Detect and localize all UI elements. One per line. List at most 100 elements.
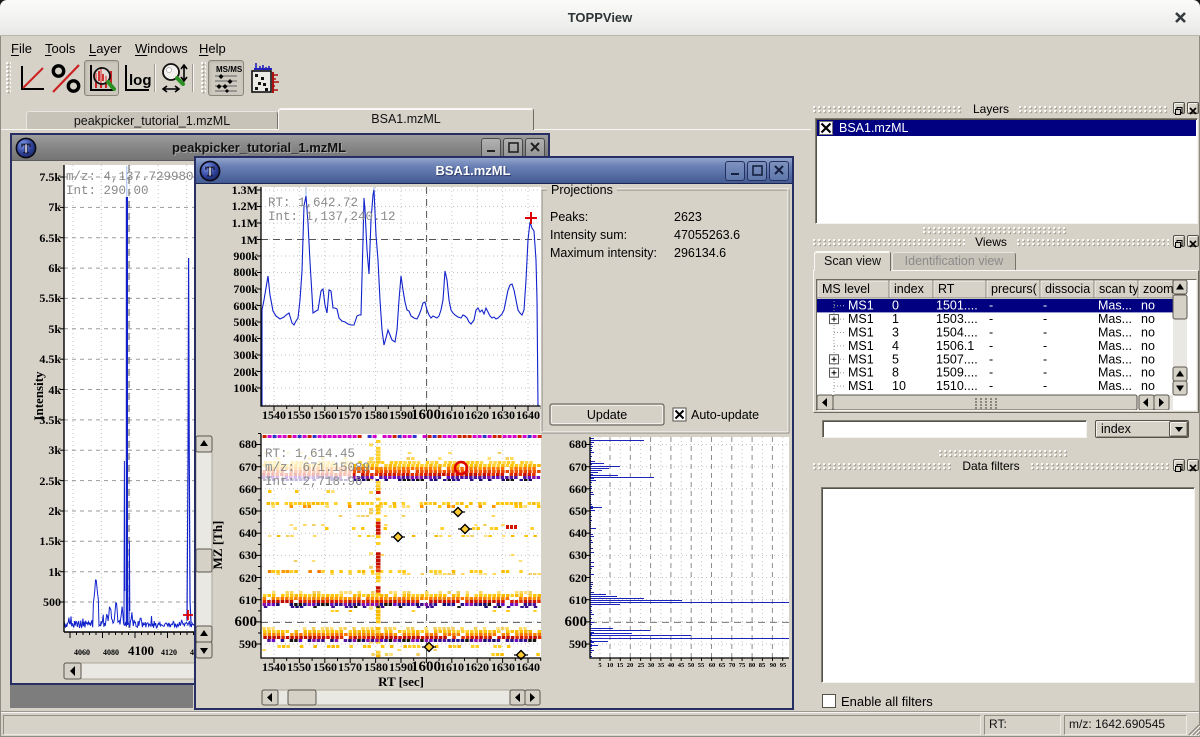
svg-text:630: 630: [569, 548, 587, 562]
svg-text:1570: 1570: [338, 660, 362, 674]
svg-text:60: 60: [709, 662, 716, 669]
svg-text:-: -: [1043, 366, 1047, 380]
svg-text:MS1: MS1: [848, 326, 874, 340]
svg-text:no: no: [1141, 312, 1155, 326]
svg-text:dissocia: dissocia: [1045, 282, 1090, 296]
svg-text:log: log: [129, 72, 151, 89]
svg-text:-: -: [989, 339, 993, 353]
svg-text:MS1: MS1: [848, 312, 874, 326]
svg-text:1k: 1k: [48, 565, 61, 579]
svg-text:1620: 1620: [465, 660, 489, 674]
svg-text:0: 0: [892, 299, 899, 313]
svg-text:MS level: MS level: [822, 282, 870, 296]
svg-text:m/z: 671.15089: m/z: 671.15089: [265, 461, 370, 475]
svg-text:660: 660: [239, 482, 257, 496]
svg-text:4080: 4080: [103, 648, 119, 657]
svg-text:4100: 4100: [128, 643, 154, 658]
svg-text:8: 8: [892, 366, 899, 380]
svg-text:precurs(: precurs(: [991, 282, 1038, 296]
svg-text:80: 80: [749, 662, 756, 669]
svg-text:4k: 4k: [48, 383, 61, 397]
svg-text:65: 65: [719, 662, 726, 669]
svg-text:590: 590: [569, 637, 587, 651]
svg-text:T: T: [21, 142, 31, 157]
svg-text:MS1: MS1: [848, 366, 874, 380]
svg-text:1590: 1590: [389, 660, 413, 674]
svg-text:MS1: MS1: [848, 352, 874, 366]
svg-text:1504....: 1504....: [936, 326, 978, 340]
svg-text:680: 680: [569, 437, 587, 451]
svg-text:1630: 1630: [491, 660, 515, 674]
svg-text:660: 660: [569, 482, 587, 496]
svg-text:1: 1: [791, 662, 792, 669]
svg-text:1540: 1540: [262, 660, 286, 674]
svg-text:650: 650: [239, 504, 257, 518]
svg-text:1501....: 1501....: [936, 299, 978, 313]
svg-text:Mas...: Mas...: [1098, 312, 1132, 326]
svg-text:MS1: MS1: [848, 339, 874, 353]
svg-text:610: 610: [569, 593, 587, 607]
svg-text:1507....: 1507....: [936, 352, 978, 366]
svg-text:670: 670: [239, 460, 257, 474]
svg-text:670: 670: [569, 460, 587, 474]
svg-text:2.5k: 2.5k: [39, 474, 61, 488]
svg-text:90: 90: [770, 662, 777, 669]
svg-text:Mas...: Mas...: [1098, 299, 1132, 313]
svg-text:scan ty: scan ty: [1099, 282, 1139, 296]
svg-text:RT [sec]: RT [sec]: [378, 674, 424, 689]
svg-text:7.5k: 7.5k: [39, 170, 61, 184]
svg-text:600: 600: [235, 614, 258, 630]
svg-text:70: 70: [729, 662, 736, 669]
svg-text:4060: 4060: [74, 648, 90, 657]
svg-text:-: -: [989, 326, 993, 340]
svg-text:-: -: [989, 366, 993, 380]
svg-text:40: 40: [668, 662, 675, 669]
svg-text:1580: 1580: [364, 660, 388, 674]
svg-text:-: -: [989, 312, 993, 326]
svg-text:5: 5: [892, 352, 899, 366]
svg-text:RT: 1,614.45: RT: 1,614.45: [265, 447, 355, 461]
svg-text:m/z: 4,137.7299804: m/z: 4,137.7299804: [66, 170, 201, 184]
svg-text:1560: 1560: [313, 660, 337, 674]
svg-text:4.5k: 4.5k: [39, 352, 61, 366]
svg-text:no: no: [1141, 339, 1155, 353]
svg-text:5k: 5k: [48, 322, 61, 336]
svg-text:5.5k: 5.5k: [39, 291, 61, 305]
svg-text:10: 10: [607, 662, 614, 669]
svg-text:2k: 2k: [48, 504, 61, 518]
svg-text:1610: 1610: [440, 660, 464, 674]
svg-text:-: -: [989, 352, 993, 366]
svg-text:590: 590: [239, 637, 257, 651]
svg-text:85: 85: [759, 662, 766, 669]
svg-text:640: 640: [239, 526, 257, 540]
svg-text:6.5k: 6.5k: [39, 231, 61, 245]
svg-text:55: 55: [698, 662, 705, 669]
svg-text:30: 30: [648, 662, 655, 669]
svg-text:RT: RT: [938, 282, 955, 296]
svg-text:1640: 1640: [516, 660, 540, 674]
svg-text:T: T: [205, 165, 215, 180]
svg-text:1.5k: 1.5k: [39, 534, 61, 548]
svg-text:15: 15: [617, 662, 624, 669]
svg-text:Int: 290.00: Int: 290.00: [66, 184, 149, 198]
svg-text:650: 650: [569, 504, 587, 518]
svg-text:Mas...: Mas...: [1098, 339, 1132, 353]
svg-text:6k: 6k: [48, 261, 61, 275]
svg-text:no: no: [1141, 379, 1155, 393]
svg-text:MS1: MS1: [848, 379, 874, 393]
svg-text:Int: 2,718.96: Int: 2,718.96: [265, 475, 363, 489]
svg-text:7k: 7k: [48, 200, 61, 214]
svg-text:25: 25: [638, 662, 645, 669]
svg-text:95: 95: [780, 662, 787, 669]
svg-text:Mas...: Mas...: [1098, 366, 1132, 380]
svg-text:no: no: [1141, 299, 1155, 313]
svg-text:20: 20: [627, 662, 634, 669]
svg-text:1550: 1550: [287, 660, 311, 674]
svg-text:-: -: [1043, 352, 1047, 366]
svg-text:-: -: [989, 379, 993, 393]
svg-text:-: -: [1043, 312, 1047, 326]
svg-text:no: no: [1141, 366, 1155, 380]
svg-text:50: 50: [688, 662, 695, 669]
svg-text:4: 4: [892, 339, 899, 353]
svg-text:1503....: 1503....: [936, 312, 978, 326]
